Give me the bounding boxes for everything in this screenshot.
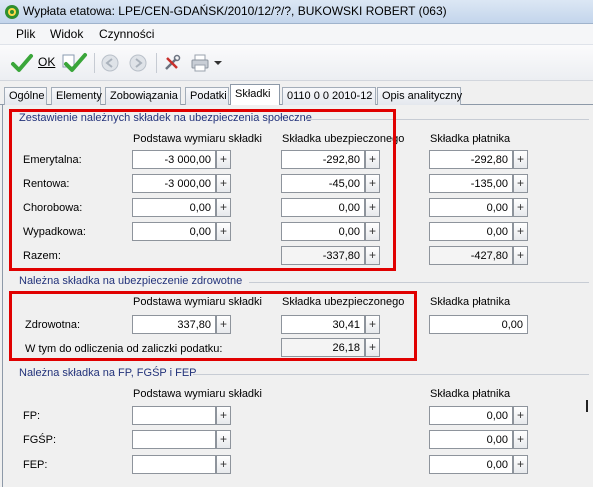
tools-icon (165, 54, 181, 70)
print-button[interactable] (190, 51, 224, 75)
tab-ogolne[interactable]: Ogólne (4, 87, 47, 105)
plus-icon[interactable]: + (513, 174, 528, 193)
plus-icon[interactable]: + (216, 430, 231, 449)
menu-widok[interactable]: Widok (50, 27, 83, 41)
tab-opis-analityczny[interactable]: Opis analityczny (377, 87, 462, 105)
tools-button[interactable] (162, 51, 184, 75)
toolbar-separator (94, 53, 95, 73)
app-icon (5, 5, 19, 19)
toolbar-separator (156, 53, 157, 73)
row-label-fp: FP: (23, 410, 41, 422)
checkmark-icon (11, 54, 33, 72)
tab-okres[interactable]: 0110 0 0 2010-12 (282, 87, 376, 105)
group-divider (249, 282, 589, 283)
arrow-left-icon (101, 54, 119, 72)
tab-elementy[interactable]: Elementy (51, 87, 102, 105)
field-value: 0,00 (486, 434, 508, 446)
fp-payer-field[interactable]: 0,00 + (429, 406, 528, 425)
tab-podatki[interactable]: Podatki (185, 87, 229, 105)
plus-icon[interactable]: + (513, 246, 528, 265)
highlight-social (9, 109, 396, 271)
skladki-panel: Zestawienie należnych składek na ubezpie… (2, 105, 593, 487)
field-value: 0,00 (486, 410, 508, 422)
fgsp-payer-field[interactable]: 0,00 + (429, 430, 528, 449)
field-value: 0,00 (486, 459, 508, 471)
toolbar: OK (0, 45, 593, 81)
row-label-fep: FEP: (23, 459, 48, 471)
fgsp-base-field[interactable]: + (132, 430, 231, 449)
field-value: -427,80 (470, 250, 508, 262)
field-value: 0,00 (486, 226, 508, 238)
fep-payer-field[interactable]: 0,00 + (429, 455, 528, 474)
plus-icon[interactable]: + (513, 150, 528, 169)
funds-header-base: Podstawa wymiaru składki (133, 388, 262, 400)
ok-button[interactable] (10, 51, 36, 75)
chorobowa-payer-field[interactable]: 0,00 + (429, 198, 528, 217)
health-group-title: Należna składka na ubezpieczenie zdrowot… (19, 275, 243, 287)
row-label-fgsp: FGŚP: (23, 434, 57, 446)
save-and-new-button[interactable] (62, 51, 88, 75)
menu-bar: Plik Widok Czynności (0, 24, 593, 45)
back-button[interactable] (100, 51, 122, 75)
checkmark-plus-icon (62, 53, 87, 72)
field-value: 0,00 (486, 202, 508, 214)
social-header-payer: Składka płatnika (430, 133, 511, 145)
plus-icon[interactable]: + (216, 455, 231, 474)
tab-skladki[interactable]: Składki (230, 84, 280, 106)
forward-button[interactable] (128, 51, 150, 75)
title-bar: Wypłata etatowa: LPE/CEN-GDAŃSK/2010/12/… (0, 0, 593, 24)
funds-header-payer: Składka płatnika (430, 388, 511, 400)
ok-button-label[interactable]: OK (38, 55, 55, 69)
plus-icon[interactable]: + (513, 222, 528, 241)
plus-icon[interactable]: + (513, 406, 528, 425)
razem-payer-field[interactable]: -427,80 + (429, 246, 528, 265)
fep-base-field[interactable]: + (132, 455, 231, 474)
highlight-health (9, 291, 417, 361)
emerytalna-payer-field[interactable]: -292,80 + (429, 150, 528, 169)
text-cursor (586, 400, 588, 412)
field-value: 0,00 (501, 319, 523, 331)
rentowa-payer-field[interactable]: -135,00 + (429, 174, 528, 193)
menu-czynnosci[interactable]: Czynności (99, 27, 154, 41)
zdrowotna-payer-field[interactable]: 0,00 (429, 315, 528, 334)
arrow-right-icon (129, 54, 147, 72)
wypadkowa-payer-field[interactable]: 0,00 + (429, 222, 528, 241)
window-title: Wypłata etatowa: LPE/CEN-GDAŃSK/2010/12/… (23, 4, 447, 18)
plus-icon[interactable]: + (513, 455, 528, 474)
funds-group-title: Należna składka na FP, FGŚP i FEP (19, 367, 197, 379)
plus-icon[interactable]: + (513, 430, 528, 449)
menu-plik[interactable]: Plik (16, 27, 35, 41)
field-value: -292,80 (470, 154, 508, 166)
tab-strip: Ogólne Elementy Zobowiązania Podatki Skł… (0, 84, 593, 106)
fp-base-field[interactable]: + (132, 406, 231, 425)
field-value: -135,00 (470, 178, 508, 190)
tab-zobowiazania[interactable]: Zobowiązania (105, 87, 181, 105)
plus-icon[interactable]: + (513, 198, 528, 217)
printer-icon (191, 54, 222, 72)
plus-icon[interactable]: + (216, 406, 231, 425)
health-header-payer: Składka płatnika (430, 296, 511, 308)
group-divider (193, 374, 589, 375)
